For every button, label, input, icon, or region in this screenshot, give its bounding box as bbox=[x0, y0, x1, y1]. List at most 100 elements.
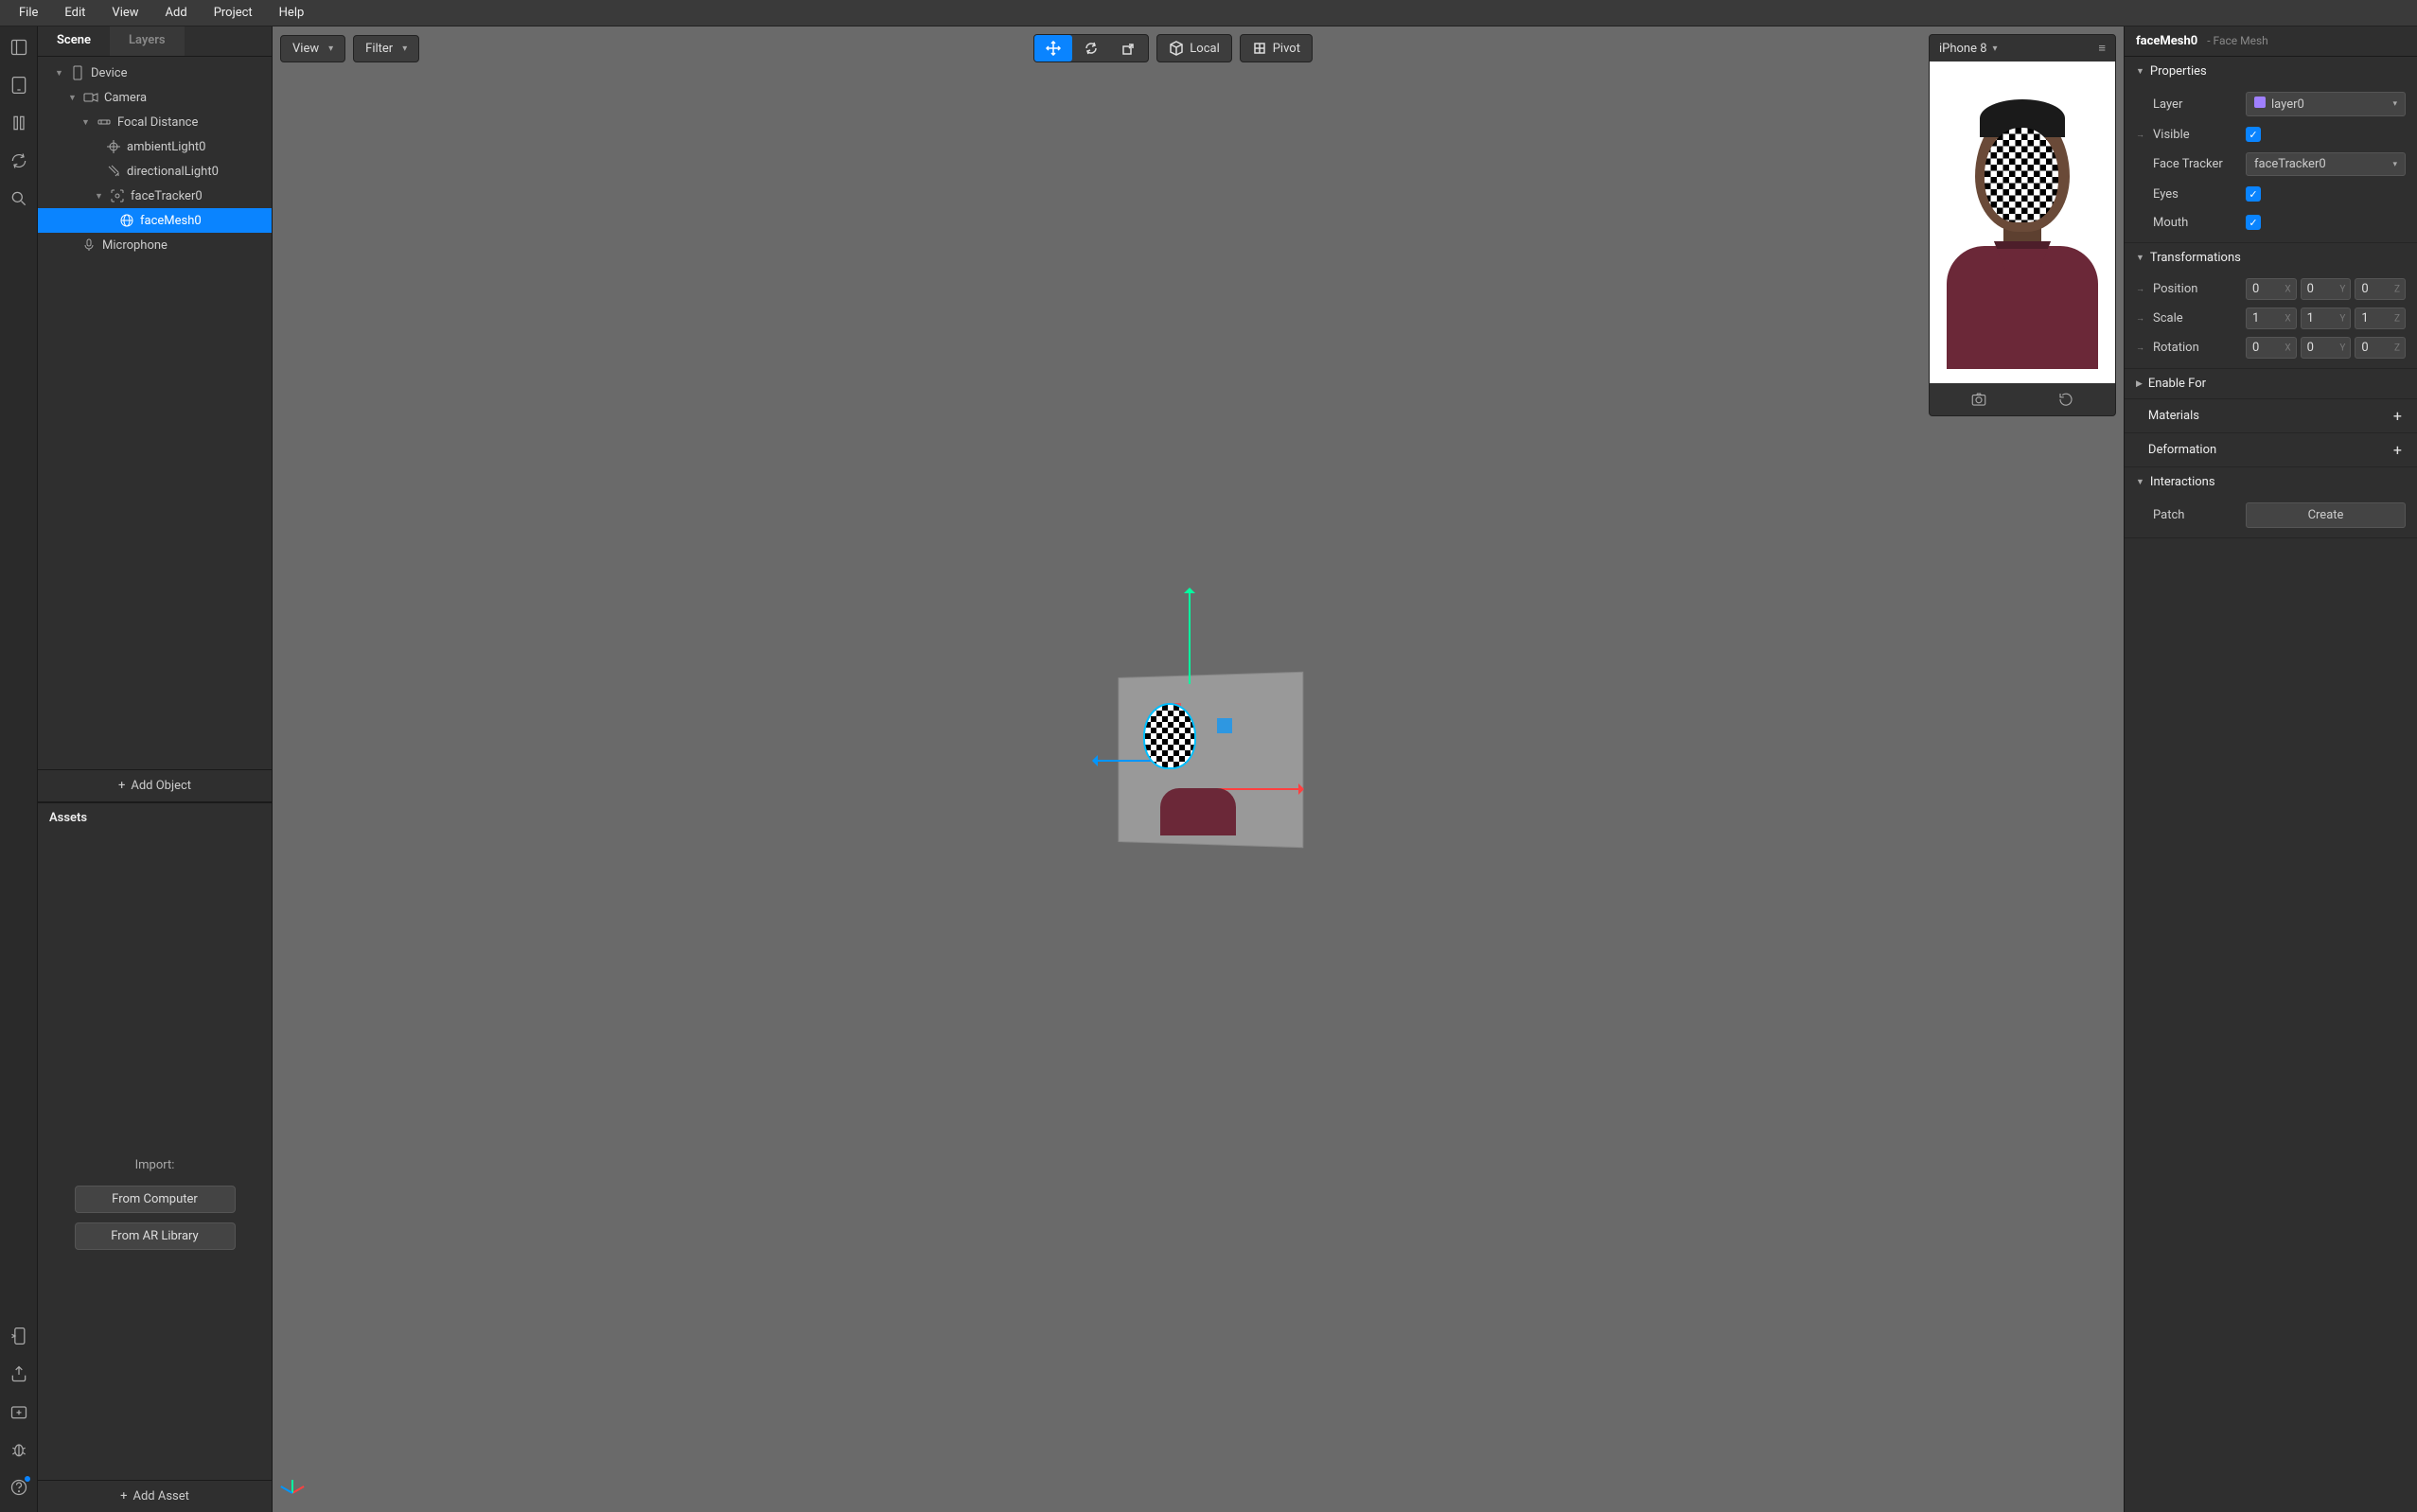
menu-view[interactable]: View bbox=[100, 2, 150, 24]
section-deformation-header[interactable]: ▶ Deformation + bbox=[2125, 433, 2417, 466]
microphone-icon bbox=[81, 237, 97, 253]
create-patch-button[interactable]: Create bbox=[2246, 502, 2406, 528]
tree-face-mesh[interactable]: faceMesh0 bbox=[38, 208, 272, 233]
icon-rail bbox=[0, 26, 38, 1512]
rail-device-icon[interactable] bbox=[9, 76, 28, 95]
move-icon bbox=[1046, 41, 1061, 56]
menu-edit[interactable]: Edit bbox=[53, 2, 97, 24]
rail-search-icon[interactable] bbox=[9, 189, 28, 208]
plus-icon: + bbox=[120, 1489, 127, 1503]
rotate-icon bbox=[1084, 41, 1099, 56]
mouth-checkbox[interactable]: ✓ bbox=[2246, 215, 2261, 230]
prop-visible-label: Visible bbox=[2153, 128, 2238, 142]
tree-label: faceTracker0 bbox=[131, 189, 203, 203]
from-computer-button[interactable]: From Computer bbox=[75, 1186, 236, 1213]
section-materials-header[interactable]: ▶ Materials + bbox=[2125, 399, 2417, 432]
rail-export-icon[interactable] bbox=[9, 1364, 28, 1383]
rail-send-to-device-icon[interactable] bbox=[9, 1327, 28, 1345]
rotate-tool-button[interactable] bbox=[1072, 35, 1110, 62]
rail-help-icon[interactable] bbox=[9, 1478, 28, 1497]
reset-icon[interactable] bbox=[2057, 389, 2074, 410]
rail-bug-icon[interactable] bbox=[9, 1440, 28, 1459]
tree-label: Device bbox=[91, 66, 128, 80]
section-enable-for-header[interactable]: ▶Enable For bbox=[2125, 369, 2417, 398]
rail-refresh-icon[interactable] bbox=[9, 151, 28, 170]
prop-position-label: Position bbox=[2153, 282, 2238, 296]
menu-project[interactable]: Project bbox=[203, 2, 264, 24]
menu-file[interactable]: File bbox=[8, 2, 49, 24]
tree-camera[interactable]: ▼ Camera bbox=[38, 85, 272, 110]
prop-eyes-label: Eyes bbox=[2153, 187, 2238, 202]
rail-pause-icon[interactable] bbox=[9, 114, 28, 132]
import-label: Import: bbox=[135, 1158, 175, 1172]
from-ar-library-button[interactable]: From AR Library bbox=[75, 1222, 236, 1250]
tree-focal-distance[interactable]: ▼ Focal Distance bbox=[38, 110, 272, 134]
face-mesh-icon bbox=[119, 213, 134, 228]
add-object-label: Add Object bbox=[131, 779, 191, 793]
rotation-z-input[interactable]: 0Z bbox=[2355, 337, 2406, 359]
tab-scene[interactable]: Scene bbox=[38, 26, 110, 56]
local-button[interactable]: Local bbox=[1157, 35, 1230, 62]
section-properties-header[interactable]: ▼Properties bbox=[2125, 57, 2417, 86]
inspector-subtitle: - Face Mesh bbox=[2207, 34, 2268, 47]
prop-scale-label: Scale bbox=[2153, 311, 2238, 325]
capture-icon[interactable] bbox=[1970, 389, 1987, 410]
tree-label: Microphone bbox=[102, 238, 168, 253]
inspector-title: faceMesh0 bbox=[2136, 34, 2197, 48]
device-name[interactable]: iPhone 8 bbox=[1939, 42, 1987, 56]
scale-tool-button[interactable] bbox=[1110, 35, 1148, 62]
gizmo-handle-blue[interactable] bbox=[1217, 718, 1232, 733]
axis-gizmo bbox=[291, 1465, 320, 1493]
scale-z-input[interactable]: 1Z bbox=[2355, 308, 2406, 329]
gizmo-axis-y[interactable] bbox=[1189, 589, 1191, 684]
visible-checkbox[interactable]: ✓ bbox=[2246, 127, 2261, 142]
scale-x-input[interactable]: 1X bbox=[2246, 308, 2297, 329]
tree-label: ambientLight0 bbox=[127, 140, 205, 154]
filter-dropdown[interactable]: Filter bbox=[354, 36, 418, 62]
face-tracker-dropdown[interactable]: faceTracker0 bbox=[2246, 152, 2406, 176]
device-icon bbox=[70, 65, 85, 80]
tree-ambient-light[interactable]: ambientLight0 bbox=[38, 134, 272, 159]
add-object-button[interactable]: + Add Object bbox=[38, 769, 272, 801]
tree-device[interactable]: ▼ Device bbox=[38, 61, 272, 85]
chevron-down-icon[interactable]: ▾ bbox=[1993, 44, 1998, 54]
tree-face-tracker[interactable]: ▼ faceTracker0 bbox=[38, 184, 272, 208]
scale-y-input[interactable]: 1Y bbox=[2301, 308, 2352, 329]
tab-layers[interactable]: Layers bbox=[110, 26, 185, 56]
rotation-x-input[interactable]: 0X bbox=[2246, 337, 2297, 359]
tree-directional-light[interactable]: directionalLight0 bbox=[38, 159, 272, 184]
menubar: File Edit View Add Project Help bbox=[0, 0, 2417, 26]
move-tool-button[interactable] bbox=[1034, 35, 1072, 62]
cube-icon bbox=[1169, 41, 1184, 56]
layer-dropdown[interactable]: layer0 bbox=[2246, 92, 2406, 116]
rotation-y-input[interactable]: 0Y bbox=[2301, 337, 2352, 359]
pivot-icon bbox=[1252, 41, 1267, 56]
view-dropdown[interactable]: View bbox=[281, 36, 344, 62]
rail-layout-icon[interactable] bbox=[9, 38, 28, 57]
prop-mouth-label: Mouth bbox=[2153, 216, 2238, 230]
device-menu-icon[interactable]: ≡ bbox=[2098, 41, 2106, 56]
add-asset-button[interactable]: + Add Asset bbox=[38, 1480, 272, 1512]
tree-label: Camera bbox=[104, 91, 147, 105]
section-interactions-header[interactable]: ▼Interactions bbox=[2125, 467, 2417, 497]
scene-tree: ▼ Device ▼ Camera ▼ Focal Distance ambie… bbox=[38, 57, 272, 769]
preview-torso bbox=[1160, 788, 1236, 835]
tree-label: directionalLight0 bbox=[127, 165, 219, 179]
viewport[interactable]: View Filter Local Pivot bbox=[273, 26, 2124, 1512]
menu-help[interactable]: Help bbox=[268, 2, 316, 24]
local-label: Local bbox=[1190, 42, 1219, 56]
eyes-checkbox[interactable]: ✓ bbox=[2246, 186, 2261, 202]
position-z-input[interactable]: 0Z bbox=[2355, 278, 2406, 300]
camera-icon bbox=[83, 90, 98, 105]
section-transformations-header[interactable]: ▼Transformations bbox=[2125, 243, 2417, 273]
menu-add[interactable]: Add bbox=[154, 2, 199, 24]
pivot-button[interactable]: Pivot bbox=[1241, 35, 1312, 62]
rail-add-folder-icon[interactable] bbox=[9, 1402, 28, 1421]
position-y-input[interactable]: 0Y bbox=[2301, 278, 2352, 300]
add-deformation-button[interactable]: + bbox=[2390, 441, 2406, 459]
plus-icon: + bbox=[118, 779, 125, 793]
position-x-input[interactable]: 0X bbox=[2246, 278, 2297, 300]
tree-microphone[interactable]: Microphone bbox=[38, 233, 272, 257]
face-mesh-checker[interactable] bbox=[1143, 703, 1196, 769]
add-material-button[interactable]: + bbox=[2390, 407, 2406, 425]
